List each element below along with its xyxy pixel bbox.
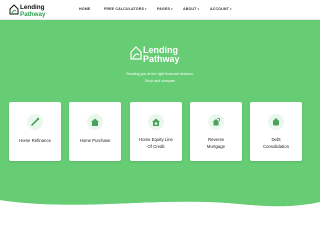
brand-name-line2: Pathway	[20, 11, 46, 18]
brand-logo[interactable]: Lending Pathway	[9, 2, 61, 18]
card-label-line2: Of Credit	[147, 144, 165, 149]
card-label-line1: Home Refinance	[18, 138, 51, 143]
nav-home-label: HOME	[79, 7, 91, 11]
card-label: Debt Consolidation	[252, 136, 300, 150]
house-logo-icon	[130, 46, 142, 60]
nav-free-calculators-label: FREE CALCULATORS	[104, 7, 145, 11]
brand-name-line1: Lending	[20, 4, 45, 11]
card-label-line2: Consolidation	[262, 144, 290, 149]
debt-consolidation-icon	[268, 114, 284, 130]
card-label-line1: Reverse	[207, 137, 224, 142]
house-logo-icon	[9, 4, 19, 15]
card-label-line1: Home Equity Line	[139, 137, 173, 142]
nav-pages-label: PAGES	[157, 7, 171, 11]
chevron-down-icon: ▾	[145, 7, 147, 11]
card-label-line1: Debt	[271, 137, 281, 142]
nav-about-label: ABOUT	[183, 7, 197, 11]
card-home-refinance[interactable]: Home Refinance	[9, 102, 61, 161]
house-icon	[87, 114, 103, 130]
chevron-down-icon: ▾	[197, 7, 200, 11]
hero-logo: Lending Pathway	[130, 43, 190, 67]
card-reverse-mortgage[interactable]: Reverse Mortgage	[190, 102, 242, 161]
nav-home[interactable]: HOME	[79, 7, 90, 12]
card-label: Home Purchase	[71, 137, 119, 144]
reverse-mortgage-icon	[208, 114, 224, 130]
chevron-down-icon: ▾	[171, 7, 173, 11]
card-label-line2: Mortgage	[206, 144, 226, 149]
card-label-line1: Home Purchase	[79, 138, 111, 143]
hero-tagline: Reading you at the right financial decis…	[100, 71, 220, 85]
nav-free-calculators[interactable]: FREE CALCULATORS▾	[104, 7, 147, 12]
nav-account[interactable]: ACCOUNT▾	[210, 7, 232, 12]
card-label: Reverse Mortgage	[192, 136, 240, 150]
top-navigation-bar: Lending Pathway HOME FREE CALCULATORS▾ P…	[0, 0, 320, 20]
home-equity-icon	[148, 114, 164, 130]
nav-pages[interactable]: PAGES▾	[157, 7, 173, 12]
card-label: Home Refinance	[11, 137, 59, 144]
card-label: Home Equity Line Of Credit	[132, 136, 180, 150]
card-debt-consolidation[interactable]: Debt Consolidation	[250, 102, 302, 161]
pencil-icon	[27, 114, 43, 130]
card-home-equity-line-of-credit[interactable]: Home Equity Line Of Credit	[130, 102, 182, 161]
chevron-down-icon: ▾	[230, 7, 232, 11]
hero-tagline-line1: Reading you at the right financial decis…	[126, 72, 194, 76]
hero-wave-divider	[0, 196, 320, 212]
hero-tagline-line2: Shop and compare	[144, 79, 176, 83]
nav-account-label: ACCOUNT	[210, 7, 230, 11]
hero-brand-line2: Pathway	[143, 54, 180, 64]
nav-about[interactable]: ABOUT▾	[183, 7, 199, 12]
card-home-purchase[interactable]: Home Purchase	[69, 102, 121, 161]
